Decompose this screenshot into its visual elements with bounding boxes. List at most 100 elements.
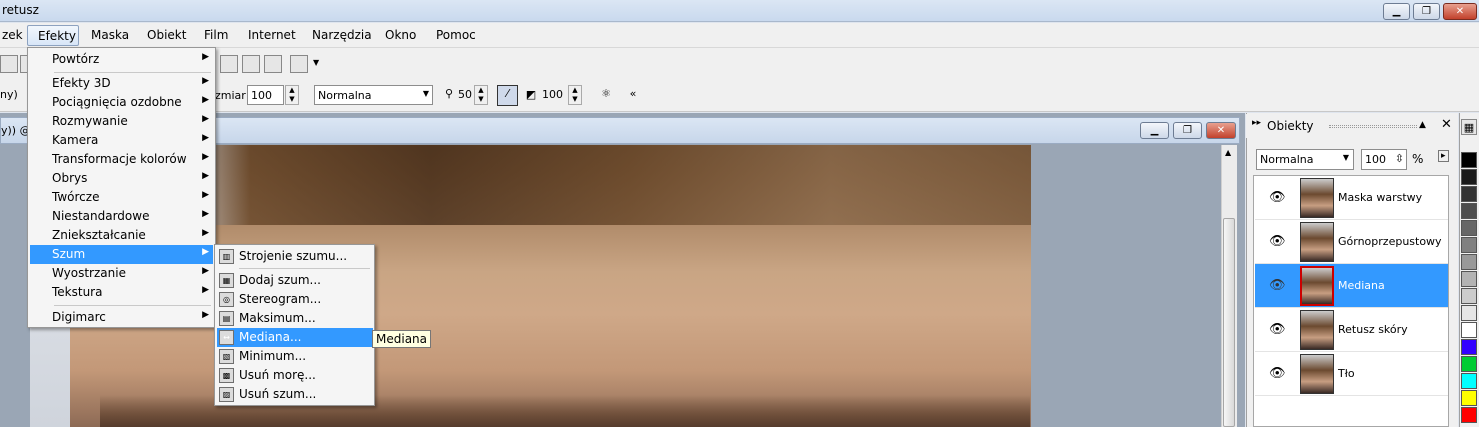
layer-row[interactable]: 👁 Górnoprzepustowy (1255, 220, 1448, 264)
eye-icon[interactable]: 👁 (1269, 190, 1286, 205)
menu-plik-partial[interactable]: zek (2, 28, 23, 42)
menu-item-wyostrzanie[interactable]: Wyostrzanie ▶ (30, 264, 213, 283)
color-swatch[interactable] (1461, 288, 1477, 304)
submenu-arrow-icon: ▶ (202, 209, 209, 219)
color-swatch[interactable] (1461, 407, 1477, 423)
color-swatch[interactable] (1461, 390, 1477, 406)
maximize-button[interactable]: ❐ (1413, 3, 1440, 20)
menu-item-usun-more[interactable]: ▩ Usuń morę... (217, 366, 373, 385)
close-button[interactable]: ✕ (1443, 3, 1477, 20)
menu-item-mediana[interactable]: ↔ Mediana... (217, 328, 373, 347)
menu-narzedzia[interactable]: Narzędzia (312, 28, 372, 42)
color-swatch[interactable] (1461, 322, 1477, 338)
feather-input[interactable]: 100 (539, 85, 567, 105)
layer-merge-mode-select[interactable]: Normalna ▼ (1256, 149, 1354, 170)
layer-opacity-input[interactable]: 100 ⇳ (1361, 149, 1407, 170)
menu-internet[interactable]: Internet (248, 28, 296, 42)
merge-mode-select[interactable]: Normalna ▼ (314, 85, 433, 105)
size-spinner[interactable]: ▲ ▼ (285, 85, 299, 105)
doc-close-button[interactable]: ✕ (1206, 122, 1236, 139)
scroll-up-icon[interactable]: ▲ (1225, 148, 1231, 157)
menu-item-maksimum[interactable]: ▤ Maksimum... (217, 309, 373, 328)
settings-atom-icon[interactable]: ⚛ (597, 86, 615, 104)
menu-item-tworcze[interactable]: Twórcze ▶ (30, 188, 213, 207)
eye-icon[interactable]: 👁 (1269, 278, 1286, 293)
color-swatch[interactable] (1461, 254, 1477, 270)
panel-menu-icon[interactable]: ▸ (1438, 150, 1449, 162)
color-swatch[interactable] (1461, 186, 1477, 202)
color-swatch[interactable] (1461, 203, 1477, 219)
transparency-spinner[interactable]: ▲ ▼ (474, 85, 488, 105)
eye-icon[interactable]: 👁 (1269, 322, 1286, 337)
color-swatch[interactable] (1461, 356, 1477, 372)
minimize-button[interactable]: ▁ (1383, 3, 1410, 20)
menu-item-rozmywanie[interactable]: Rozmywanie ▶ (30, 112, 213, 131)
doc-maximize-button[interactable]: ❐ (1173, 122, 1202, 139)
menu-maska[interactable]: Maska (91, 28, 129, 42)
color-swatch[interactable] (1461, 271, 1477, 287)
menu-item-transformacje[interactable]: Transformacje kolorów ▶ (30, 150, 213, 169)
menu-item-strojenie-szumu[interactable]: ▥ Strojenie szumu... (217, 247, 373, 266)
menu-item-szum[interactable]: Szum ▶ (30, 245, 213, 264)
color-swatch[interactable] (1461, 152, 1477, 168)
collapse-icon[interactable]: « (624, 86, 642, 104)
menu-item-minimum[interactable]: ▧ Minimum... (217, 347, 373, 366)
color-swatch[interactable] (1461, 339, 1477, 355)
menu-item-tekstura[interactable]: Tekstura ▶ (30, 283, 213, 302)
color-swatch[interactable] (1461, 220, 1477, 236)
menu-item-pociagniecia[interactable]: Pociągnięcia ozdobne ▶ (30, 93, 213, 112)
menu-obiekt[interactable]: Obiekt (147, 28, 186, 42)
eye-tool-icon[interactable] (220, 55, 238, 73)
doc-minimize-button[interactable]: ▁ (1140, 122, 1169, 139)
close-panel-icon[interactable]: ✕ (1441, 117, 1452, 132)
layers-list: 👁 Maska warstwy 👁 Górnoprzepustowy 👁 Median… (1253, 175, 1449, 427)
menu-item-kamera[interactable]: Kamera ▶ (30, 131, 213, 150)
mask-icon[interactable] (264, 55, 282, 73)
palette-options-icon[interactable]: ▦ (1461, 119, 1477, 135)
submenu-arrow-icon: ▶ (202, 152, 209, 162)
menu-item-obrys[interactable]: Obrys ▶ (30, 169, 213, 188)
tool-icon[interactable] (0, 55, 18, 73)
eye-icon[interactable]: 👁 (1269, 366, 1286, 381)
dropdown-arrow-icon[interactable]: ▼ (313, 58, 319, 67)
menu-item-niestandardowe[interactable]: Niestandardowe ▶ (30, 207, 213, 226)
brush-type-partial[interactable]: ny) (0, 88, 18, 101)
layer-row[interactable]: 👁 Tło (1255, 352, 1448, 396)
color-swatch[interactable] (1461, 237, 1477, 253)
menu-efekty[interactable]: Efekty (27, 25, 79, 46)
menu-item-powtorz[interactable]: Powtórz ▶ (30, 50, 213, 69)
color-swatch[interactable] (1461, 373, 1477, 389)
menu-item-digimarc[interactable]: Digimarc ▶ (30, 308, 213, 327)
submenu-arrow-icon: ▶ (202, 114, 209, 124)
transparency-input[interactable]: 50 (455, 85, 475, 105)
layer-row[interactable]: 👁 Retusz skóry (1255, 308, 1448, 352)
menu-pomoc[interactable]: Pomoc (436, 28, 476, 42)
menu-item-stereogram[interactable]: ◎ Stereogram... (217, 290, 373, 309)
window-titlebar: retusz ▁ ❐ ✕ (0, 0, 1479, 22)
menu-item-dodaj-szum[interactable]: ▦ Dodaj szum... (217, 271, 373, 290)
menu-item-efekty-3d[interactable]: Efekty 3D ▶ (30, 74, 213, 93)
collapse-up-icon[interactable]: ▲ (1419, 120, 1426, 130)
layer-row-selected[interactable]: 👁 Mediana (1255, 264, 1448, 308)
scrollbar-thumb[interactable] (1223, 218, 1235, 427)
color-swatch[interactable] (1461, 169, 1477, 185)
menu-item-label: Szum (52, 247, 86, 261)
menu-item-usun-szum[interactable]: ▨ Usuń szum... (217, 385, 373, 404)
mask-off-icon[interactable] (242, 55, 260, 73)
size-input[interactable]: 100 (247, 85, 284, 105)
menu-film[interactable]: Film (204, 28, 228, 42)
layer-row[interactable]: 👁 Maska warstwy (1255, 176, 1448, 220)
panel-grip[interactable] (1329, 125, 1417, 128)
menu-item-znieksztalcanie[interactable]: Zniekształcanie ▶ (30, 226, 213, 245)
property-bar: ny) zmiar 100 ▲ ▼ Normalna ▼ ⚲ 50 ▲ ▼ ⁄ ◩ 1… (0, 80, 1479, 112)
flask-icon[interactable] (290, 55, 308, 73)
eye-icon[interactable]: 👁 (1269, 234, 1286, 249)
antialiasing-icon[interactable]: ⁄ (497, 85, 518, 106)
layer-name: Tło (1338, 367, 1355, 380)
menu-okno[interactable]: Okno (385, 28, 416, 42)
expand-icon[interactable]: ▸▸ (1252, 118, 1261, 128)
feather-spinner[interactable]: ▲ ▼ (568, 85, 582, 105)
menu-item-label: Powtórz (52, 52, 100, 66)
slider-icon[interactable]: ⇳ (1395, 152, 1404, 165)
color-swatch[interactable] (1461, 305, 1477, 321)
